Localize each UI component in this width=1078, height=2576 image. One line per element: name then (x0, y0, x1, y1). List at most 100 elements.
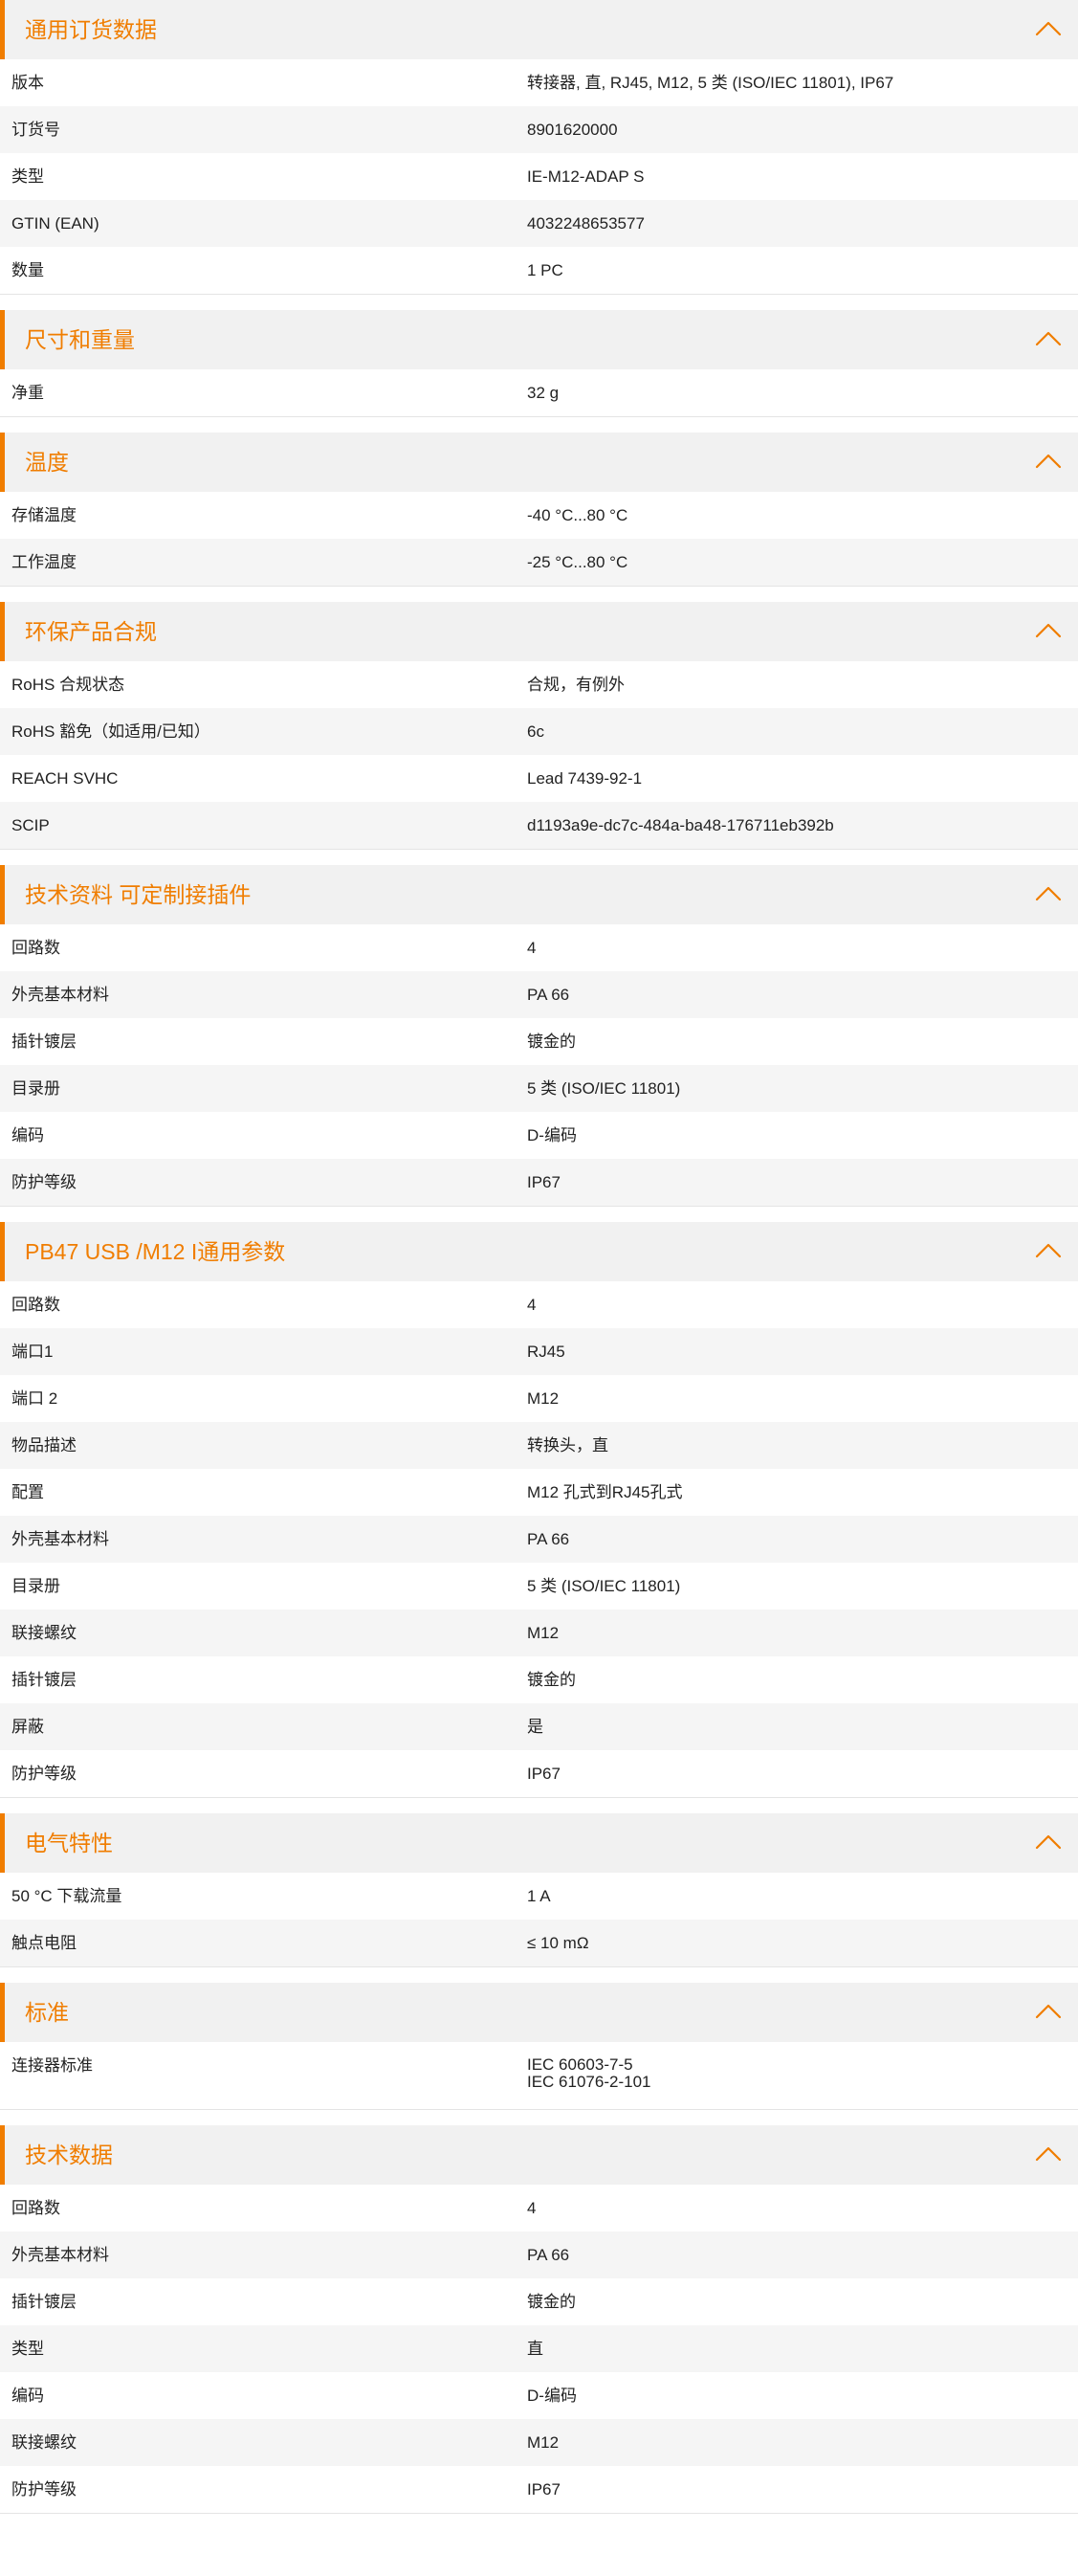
spec-table: 回路数 4 外壳基本材料 PA 66 插针镀层 镀金的 目录册 5 类 (ISO/IEC 11… (0, 924, 1078, 1207)
spec-value: 5 类 (ISO/IEC 11801) (527, 1079, 681, 1098)
spec-section: 技术数据 回路数 4 外壳基本材料 PA 66 插针镀层 镀金的 类型 直编码 D-编码 联接螺纹 M… (0, 2125, 1078, 2514)
section-header-toggle[interactable]: 技术数据 (0, 2125, 1078, 2185)
spec-label: RoHS 合规状态 (11, 676, 125, 694)
spec-label: 版本 (11, 74, 44, 92)
spec-value-line: IEC 60603-7-5 (527, 2055, 633, 2074)
spec-row: 防护等级 IP67 (0, 1750, 1078, 1797)
spec-value: 6c (527, 722, 544, 741)
spec-row: 触点电阻 ≤ 10 mΩ (0, 1920, 1078, 1966)
spec-label: 连接器标准 (11, 2056, 93, 2075)
spec-row: 回路数 4 (0, 924, 1078, 971)
spec-row: 外壳基本材料 PA 66 (0, 971, 1078, 1018)
spec-value: 镀金的 (527, 2293, 576, 2311)
chevron-up-icon[interactable] (1034, 19, 1063, 38)
spec-section: 尺寸和重量净重 32 g (0, 310, 1078, 417)
spec-table: 净重 32 g (0, 369, 1078, 417)
spec-row: 防护等级 IP67 (0, 2466, 1078, 2513)
spec-label: 回路数 (11, 2199, 60, 2217)
spec-value: IEC 60603-7-5 IEC 61076-2-101 (527, 2056, 650, 2091)
spec-value: 直 (527, 2340, 543, 2358)
spec-value: ≤ 10 mΩ (527, 1934, 589, 1952)
spec-label: 类型 (11, 167, 44, 186)
spec-row: 插针镀层 镀金的 (0, 1656, 1078, 1703)
spec-label: 工作温度 (11, 553, 77, 571)
chevron-up-icon[interactable] (1034, 621, 1063, 640)
section-title: PB47 USB /M12 I通用参数 (25, 1239, 286, 1264)
spec-value: 合规，有例外 (527, 676, 625, 694)
section-header-toggle[interactable]: 尺寸和重量 (0, 310, 1078, 369)
section-title: 环保产品合规 (25, 619, 157, 644)
spec-value: 4 (527, 2199, 537, 2217)
section-header-toggle[interactable]: PB47 USB /M12 I通用参数 (0, 1222, 1078, 1281)
section-title: 温度 (25, 450, 69, 475)
spec-table: 连接器标准 IEC 60603-7-5 IEC 61076-2-101 (0, 2042, 1078, 2110)
section-header-toggle[interactable]: 通用订货数据 (0, 0, 1078, 59)
spec-value: 4032248653577 (527, 214, 645, 233)
spec-label: 联接螺纹 (11, 2433, 77, 2452)
spec-row: 屏蔽 是 (0, 1703, 1078, 1750)
section-header-toggle[interactable]: 标准 (0, 1983, 1078, 2042)
section-header-toggle[interactable]: 技术资料 可定制接插件 (0, 865, 1078, 924)
spec-label: 端口 2 (11, 1389, 58, 1408)
spec-row: 端口 2 M12 (0, 1375, 1078, 1422)
spec-label: 插针镀层 (11, 2293, 77, 2311)
spec-page: 通用订货数据版本 转接器, 直, RJ45, M12, 5 类 (ISO/IEC … (0, 0, 1078, 2514)
chevron-up-icon[interactable] (1034, 1832, 1063, 1852)
spec-row: 插针镀层 镀金的 (0, 2278, 1078, 2325)
spec-table: 回路数 4 端口1 RJ45 端口 2 M12 物品描述 转换头，直 配置 M12 孔式到RJ45… (0, 1281, 1078, 1798)
spec-row: 连接器标准 IEC 60603-7-5 IEC 61076-2-101 (0, 2042, 1078, 2109)
spec-label: 编码 (11, 1126, 44, 1144)
spec-row: 联接螺纹 M12 (0, 2419, 1078, 2466)
section-header-toggle[interactable]: 电气特性 (0, 1813, 1078, 1873)
spec-table: 版本 转接器, 直, RJ45, M12, 5 类 (ISO/IEC 11801)… (0, 59, 1078, 295)
section-header-toggle[interactable]: 环保产品合规 (0, 602, 1078, 661)
spec-label: SCIP (11, 816, 50, 834)
section-title: 技术资料 可定制接插件 (25, 882, 252, 907)
spec-value: M12 孔式到RJ45孔式 (527, 1483, 683, 1501)
spec-row: 净重 32 g (0, 369, 1078, 416)
spec-section: 标准连接器标准 IEC 60603-7-5 IEC 61076-2-101 (0, 1983, 1078, 2110)
section-title: 尺寸和重量 (25, 327, 135, 352)
chevron-up-icon[interactable] (1034, 2002, 1063, 2021)
spec-row: 插针镀层 镀金的 (0, 1018, 1078, 1065)
spec-row: 50 °C 下载流量 1 A (0, 1873, 1078, 1920)
spec-label: 外壳基本材料 (11, 986, 109, 1004)
spec-section: 温度 存储温度 -40 °C...80 °C 工作温度 -25 °C...80 °C (0, 433, 1078, 587)
spec-value: -40 °C...80 °C (527, 506, 628, 524)
spec-label: 屏蔽 (11, 1718, 44, 1736)
spec-row: 配置 M12 孔式到RJ45孔式 (0, 1469, 1078, 1516)
spec-row: 防护等级 IP67 (0, 1159, 1078, 1206)
spec-section: PB47 USB /M12 I通用参数 回路数 4 端口1 RJ45 端口 2 M12 物品描… (0, 1222, 1078, 1798)
section-header-toggle[interactable]: 温度 (0, 433, 1078, 492)
chevron-up-icon[interactable] (1034, 452, 1063, 471)
spec-row: 工作温度 -25 °C...80 °C (0, 539, 1078, 586)
spec-row: 目录册 5 类 (ISO/IEC 11801) (0, 1065, 1078, 1112)
chevron-up-icon[interactable] (1034, 884, 1063, 903)
spec-section: 技术资料 可定制接插件回路数 4 外壳基本材料 PA 66 插针镀层 镀金的 目录册 5 类 … (0, 865, 1078, 1207)
spec-row: 订货号 8901620000 (0, 106, 1078, 153)
chevron-up-icon[interactable] (1034, 329, 1063, 348)
spec-label: 触点电阻 (11, 1934, 77, 1952)
spec-value: 32 g (527, 384, 560, 402)
spec-section: 通用订货数据版本 转接器, 直, RJ45, M12, 5 类 (ISO/IEC … (0, 0, 1078, 295)
spec-value: 是 (527, 1718, 543, 1736)
spec-value: PA 66 (527, 1530, 570, 1548)
chevron-up-icon[interactable] (1034, 1241, 1063, 1260)
spec-row: 物品描述 转换头，直 (0, 1422, 1078, 1469)
section-title: 电气特性 (25, 1831, 113, 1855)
section-title: 通用订货数据 (25, 17, 157, 42)
spec-row: SCIP d1193a9e-dc7c-484a-ba48-176711eb392b (0, 802, 1078, 849)
spec-value: IP67 (527, 1173, 561, 1191)
spec-table: 存储温度 -40 °C...80 °C 工作温度 -25 °C...80 °C (0, 492, 1078, 587)
spec-label: 防护等级 (11, 2480, 77, 2498)
spec-label: 配置 (11, 1483, 44, 1501)
spec-label: 外壳基本材料 (11, 2246, 109, 2264)
spec-label: 回路数 (11, 939, 60, 957)
spec-row: 外壳基本材料 PA 66 (0, 2232, 1078, 2278)
spec-row: 类型 直 (0, 2325, 1078, 2372)
spec-value: M12 (527, 1389, 560, 1408)
spec-value: RJ45 (527, 1343, 565, 1361)
chevron-up-icon[interactable] (1034, 2144, 1063, 2164)
spec-value: PA 66 (527, 986, 570, 1004)
spec-label: 回路数 (11, 1296, 60, 1314)
